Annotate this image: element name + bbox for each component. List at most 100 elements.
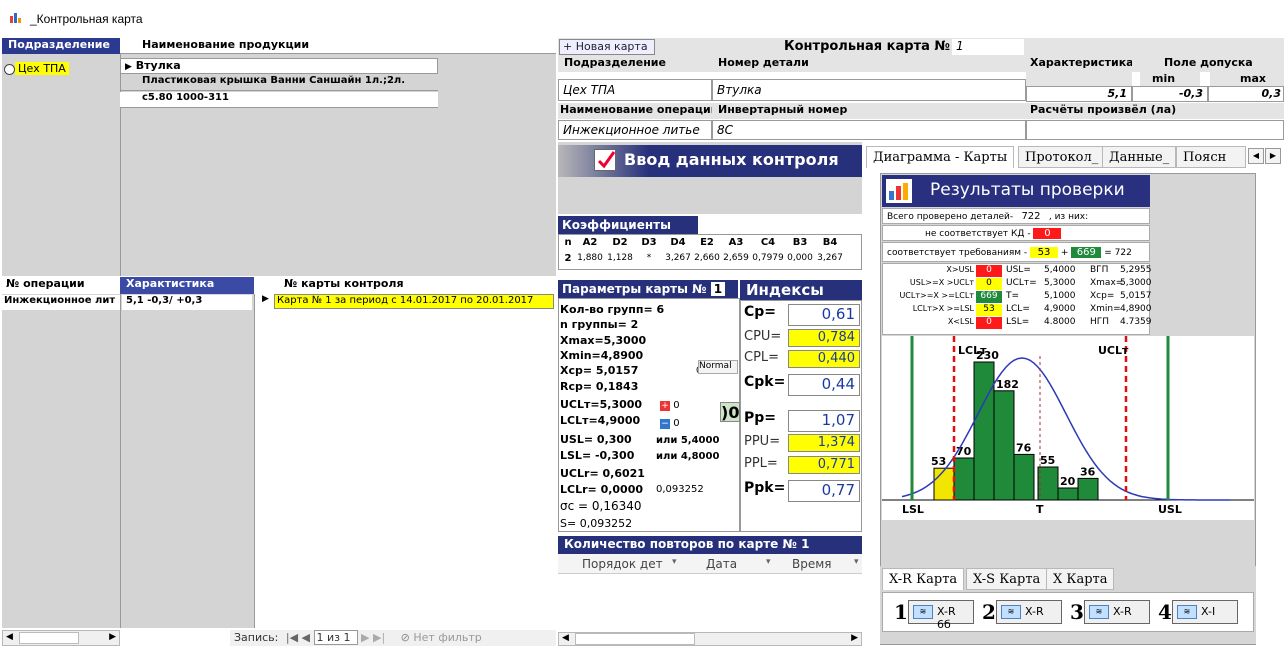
card-part-value[interactable]: Втулка xyxy=(712,79,1026,101)
tab-diagram[interactable]: Диаграмма - Карты xyxy=(866,146,1015,168)
tab-xs[interactable]: X-S Карта xyxy=(966,568,1048,590)
zero-button[interactable]: )0 xyxy=(720,402,740,422)
lclr-alt: 0,093252 xyxy=(656,484,704,495)
histogram-bar xyxy=(1013,453,1035,501)
tab-scroll-left-icon[interactable]: ◀ xyxy=(1248,148,1264,164)
coef-value-cell: 1,880 xyxy=(577,253,603,263)
card-value[interactable]: Карта № 1 за период с 14.01.2017 по 20.0… xyxy=(274,294,554,309)
scroll-right-icon[interactable]: ▶ xyxy=(109,632,116,642)
card-char-value[interactable]: 5,1 xyxy=(1026,86,1132,102)
chart-button[interactable]: ≋ X-R xyxy=(996,600,1062,624)
tab-notes[interactable]: Поясн xyxy=(1176,146,1246,168)
conform-row: соответствует требованиям - 53 + 669 = 7… xyxy=(882,242,1150,262)
histogram: 53 70 230 182 76 55 20 36 LSL USL LCLт UCLт T xyxy=(882,336,1254,520)
coef-header-cell: D3 xyxy=(641,237,657,248)
param-line: UCLr= 0,6021 xyxy=(560,467,645,480)
card-calc-value[interactable] xyxy=(1026,120,1284,140)
no-filter-icon[interactable]: ⊘ xyxy=(401,631,410,644)
chart-button[interactable]: ≋ X-R xyxy=(1084,600,1150,624)
card-part-label: Номер детали xyxy=(712,56,1026,72)
sort-icon[interactable]: ▾ xyxy=(672,557,677,567)
card-list xyxy=(254,294,556,628)
histogram-bar xyxy=(1057,487,1079,501)
chart-button[interactable]: ≋ X-I xyxy=(1172,600,1238,624)
dept-item[interactable]: Цех ТПА xyxy=(4,62,94,77)
card-max-value[interactable]: 0,3 xyxy=(1208,86,1284,102)
card-op-label: Наименование операции xyxy=(558,103,712,119)
coef-header-cell: B4 xyxy=(822,237,838,248)
card-op-value[interactable]: Инжекционное литье xyxy=(558,120,712,140)
index-value[interactable]: 0,784 xyxy=(788,329,860,347)
product-row-1[interactable]: ▶ Втулка xyxy=(120,58,438,74)
record-position[interactable]: 1 из 1 xyxy=(313,630,358,645)
col-date[interactable]: Дата xyxy=(706,557,737,571)
card-header: № карты контроля xyxy=(254,277,556,294)
card-inv-value[interactable]: 8С xyxy=(712,120,1026,140)
param-line: n группы= 2 xyxy=(560,318,639,331)
stat-count: 53 xyxy=(976,304,1002,316)
product-row-3[interactable]: с5.80 1000-311 xyxy=(120,92,438,108)
bar-label: 76 xyxy=(1016,441,1032,454)
product-header: Наименование продукции xyxy=(120,38,556,54)
prev-record-icon[interactable]: ◀ xyxy=(302,631,310,644)
scroll-left-icon[interactable]: ◀ xyxy=(562,633,569,643)
stat-value: 5,3000 xyxy=(1044,278,1076,288)
card-dept-value[interactable]: Цех ТПА xyxy=(558,79,712,101)
stat-key: ВГП xyxy=(1090,265,1109,275)
next-record-icon[interactable]: ▶ xyxy=(361,631,369,644)
radio-icon[interactable] xyxy=(4,63,15,75)
params-title: Параметры карты № 1 xyxy=(558,280,738,298)
col-time[interactable]: Время xyxy=(792,557,832,571)
scroll-left-icon[interactable]: ◀ xyxy=(6,632,13,642)
stat-condition: X>USL xyxy=(946,265,974,274)
tab-xr[interactable]: X-R Карта xyxy=(882,568,965,590)
stat-value: 5,4000 xyxy=(1044,265,1076,275)
input-data-button[interactable]: Ввод данных контроля xyxy=(558,145,862,177)
index-value[interactable]: 0,44 xyxy=(788,374,860,396)
index-value[interactable]: 0,440 xyxy=(788,350,860,368)
card-number[interactable]: 1 xyxy=(952,39,1024,55)
char-value[interactable]: 5,1 -0,3/ +0,3 xyxy=(122,295,252,310)
coef-value-cell: 1,128 xyxy=(607,253,633,263)
last-record-icon[interactable]: ▶| xyxy=(373,631,385,644)
col-order[interactable]: Порядок дет xyxy=(582,557,663,571)
product-row-2[interactable]: Пластиковая крышка Ванни Саншайн 1л.;2л. xyxy=(120,75,438,91)
chart-icon: ≋ xyxy=(1001,605,1021,619)
bar-label: 182 xyxy=(996,378,1019,391)
tab-data[interactable]: Данные_ xyxy=(1102,146,1177,168)
histogram-bar xyxy=(933,467,955,501)
new-card-button[interactable]: + Новая карта xyxy=(559,39,655,55)
index-label: CPU= xyxy=(744,329,782,344)
card-min-value[interactable]: -0,3 xyxy=(1132,86,1208,102)
index-label: Pp= xyxy=(744,410,777,426)
index-value[interactable]: 1,07 xyxy=(788,410,860,432)
chart-button-label: X-R xyxy=(1113,605,1132,618)
chart-button[interactable]: ≋ X-R 6б xyxy=(908,600,974,631)
stat-value: 4.8000 xyxy=(1044,317,1076,327)
coef-value-cell: 2,660 xyxy=(694,253,720,263)
index-value[interactable]: 0,77 xyxy=(788,480,860,502)
op-header: № операции xyxy=(2,277,120,294)
index-value[interactable]: 0,61 xyxy=(788,304,860,326)
scroll-right-icon[interactable]: ▶ xyxy=(851,633,858,643)
stat-condition: LCLт>X >=LSL xyxy=(912,304,974,313)
horizontal-scrollbar[interactable]: ◀ ▶ xyxy=(2,630,120,646)
index-value[interactable]: 0,771 xyxy=(788,456,860,474)
tab-x[interactable]: X Карта xyxy=(1046,568,1115,590)
no-filter-label[interactable]: Нет фильтр xyxy=(413,631,481,644)
sort-icon[interactable]: ▾ xyxy=(766,557,771,567)
tab-scroll-right-icon[interactable]: ▶ xyxy=(1265,148,1281,164)
index-value[interactable]: 1,374 xyxy=(788,434,860,452)
sort-icon[interactable]: ▾ xyxy=(854,557,859,567)
coef-value-cell: 3,267 xyxy=(817,253,843,263)
op-value[interactable]: Инжекционное лит xyxy=(2,295,120,310)
plus-icon: + xyxy=(660,401,670,411)
first-record-icon[interactable]: |◀ xyxy=(286,631,298,644)
dept-header: Подразделение xyxy=(2,38,120,54)
horizontal-scrollbar[interactable]: ◀ ▶ xyxy=(558,632,862,646)
nonconform-row: не соответствует КД - 0 xyxy=(882,225,1150,241)
tab-protocol[interactable]: Протокол_ xyxy=(1018,146,1106,168)
histogram-bar xyxy=(1077,477,1099,501)
stat-condition: UCLт>=X >=LCLт xyxy=(899,291,974,300)
right-tabs: Диаграмма - Карты Протокол_ Данные_ Пояс… xyxy=(866,146,1284,170)
